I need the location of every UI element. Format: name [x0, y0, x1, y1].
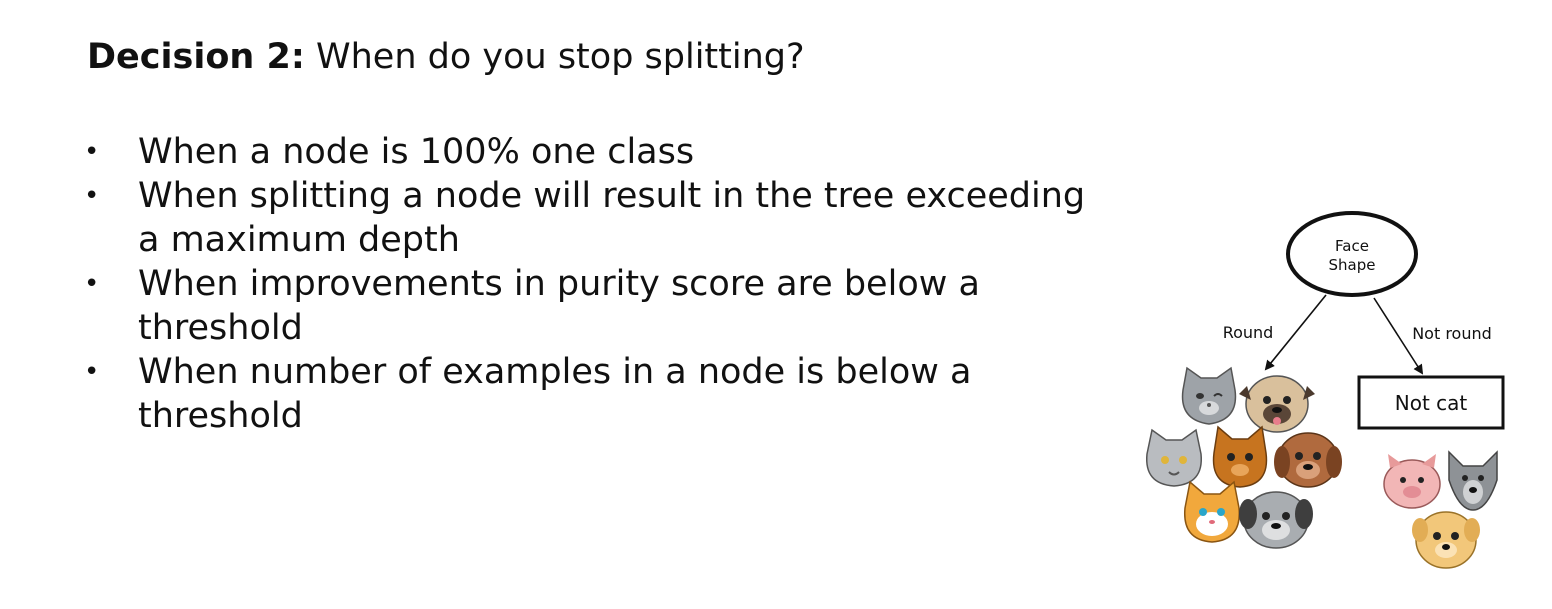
bullet-dot-icon: •: [84, 137, 100, 167]
bullet-text-continued: threshold: [138, 396, 303, 436]
bullet-text: When a node is 100% one class: [138, 132, 695, 172]
slide: Decision 2: When do you stop splitting? …: [0, 0, 1552, 609]
bullet-item: • When splitting a node will result in t…: [82, 174, 1152, 262]
bullet-text: When number of examples in a node is bel…: [138, 352, 972, 392]
gray-cat-icon: [1181, 366, 1237, 425]
brown-dog-icon: [1274, 432, 1342, 488]
bullet-text: When splitting a node will result in the…: [138, 176, 1086, 216]
leaf-not-cat-label: Not cat: [1395, 391, 1468, 415]
bullet-dot-icon: •: [84, 357, 100, 387]
right-edge-label: Not round: [1412, 324, 1492, 343]
bullet-dot-icon: •: [84, 269, 100, 299]
left-edge-arrow: [1264, 294, 1327, 371]
slide-title: Decision 2: When do you stop splitting?: [87, 34, 805, 80]
pug-dog-icon: [1239, 375, 1315, 433]
bullet-text: When improvements in purity score are be…: [138, 264, 980, 304]
bullet-text-continued: threshold: [138, 308, 303, 348]
root-label-line1: Face: [1335, 237, 1369, 255]
bullet-list: • When a node is 100% one class • When s…: [82, 130, 1152, 438]
gray-cat-icon: [1146, 428, 1202, 487]
gray-wolf-icon: [1448, 450, 1498, 511]
root-node: Face Shape: [1286, 211, 1418, 297]
bullet-item: • When a node is 100% one class: [82, 130, 1152, 174]
title-bold: Decision 2:: [87, 37, 305, 77]
left-edge-label: Round: [1223, 323, 1274, 342]
orange-white-cat-icon: [1184, 480, 1240, 543]
title-rest: When do you stop splitting?: [304, 37, 805, 77]
bullet-item: • When improvements in purity score are …: [82, 262, 1152, 350]
decision-tree-diagram: Face Shape Round Not round Not cat: [1146, 211, 1505, 569]
bullet-item: • When number of examples in a node is b…: [82, 350, 1152, 438]
pink-pig-icon: [1383, 454, 1441, 509]
orange-cat-icon: [1212, 425, 1268, 488]
gray-dog-icon: [1239, 491, 1313, 549]
leaf-not-cat: Not cat: [1357, 375, 1505, 430]
bullet-dot-icon: •: [84, 181, 100, 211]
root-label-line2: Shape: [1329, 256, 1376, 274]
bullet-text-continued: a maximum depth: [138, 220, 460, 260]
yellow-dog-icon: [1412, 511, 1480, 569]
